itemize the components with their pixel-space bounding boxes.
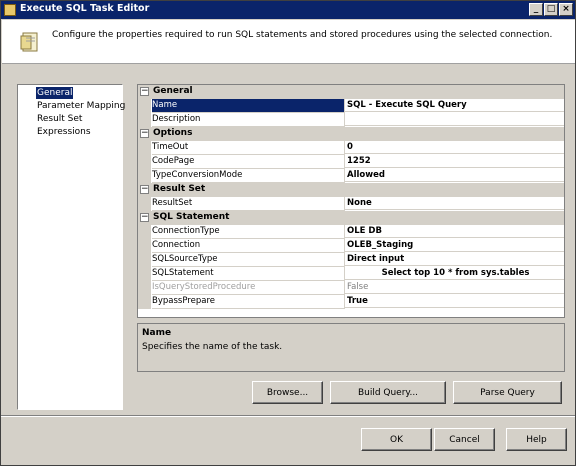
property-row-timeout[interactable]: TimeOut 0 — [138, 141, 564, 155]
property-row-name[interactable]: Name SQL - Execute SQL Query — [138, 99, 564, 113]
page-navigation-list: General Parameter Mapping Result Set Exp… — [17, 84, 126, 410]
property-row-connection[interactable]: Connection OLEB_Staging — [138, 239, 564, 253]
property-name: TypeConversionMode — [152, 169, 345, 183]
editor-header: Configure the properties required to run… — [2, 20, 575, 64]
maximize-button[interactable]: □ — [544, 3, 558, 16]
property-row-sqlsourcetype[interactable]: SQLSourceType Direct input — [138, 253, 564, 267]
category-general: − General — [138, 85, 564, 99]
property-grid: − General Name SQL - Execute SQL Query D… — [137, 84, 565, 318]
property-name: SQLSourceType — [152, 253, 345, 267]
property-row-connectiontype[interactable]: ConnectionType OLE DB — [138, 225, 564, 239]
category-label: Options — [153, 128, 193, 138]
property-value[interactable] — [345, 113, 564, 126]
build-query-button[interactable]: Build Query... — [330, 381, 446, 404]
editor-description: Configure the properties required to run… — [52, 30, 553, 40]
property-name: IsQueryStoredProcedure — [152, 281, 345, 295]
property-value[interactable]: 1252 — [345, 155, 564, 168]
help-text: Specifies the name of the task. — [142, 342, 283, 352]
category-label: General — [153, 86, 193, 96]
property-name: CodePage — [152, 155, 345, 169]
collapse-toggle-icon[interactable]: − — [140, 213, 149, 222]
browse-button[interactable]: Browse... — [252, 381, 323, 404]
property-value[interactable]: SQL - Execute SQL Query — [345, 99, 564, 112]
property-row-typeconversionmode[interactable]: TypeConversionMode Allowed — [138, 169, 564, 183]
divider — [1, 415, 575, 417]
property-row-description[interactable]: Description — [138, 113, 564, 127]
window-title: Execute SQL Task Editor — [20, 3, 150, 14]
category-result-set: − Result Set — [138, 183, 564, 197]
property-value[interactable]: True — [345, 295, 564, 308]
property-name: Description — [152, 113, 345, 127]
cancel-button[interactable]: Cancel — [434, 428, 495, 451]
title-bar[interactable]: Execute SQL Task Editor _ □ × — [1, 1, 575, 19]
property-value[interactable]: OLE DB — [345, 225, 564, 238]
collapse-toggle-icon[interactable]: − — [140, 185, 149, 194]
help-button[interactable]: Help — [506, 428, 567, 451]
property-value[interactable]: OLEB_Staging — [345, 239, 564, 252]
property-value[interactable]: Direct input — [345, 253, 564, 266]
property-value[interactable]: Allowed — [345, 169, 564, 182]
property-name: Name — [152, 99, 345, 113]
nav-item-result-set[interactable]: Result Set — [36, 113, 83, 125]
property-name: TimeOut — [152, 141, 345, 155]
property-name: SQLStatement — [152, 267, 345, 281]
ok-button[interactable]: OK — [361, 428, 432, 451]
property-name: ResultSet — [152, 197, 345, 211]
property-row-isquerystoredprocedure: IsQueryStoredProcedure False — [138, 281, 564, 295]
task-editor-icon — [20, 32, 38, 52]
property-name: ConnectionType — [152, 225, 345, 239]
category-options: − Options — [138, 127, 564, 141]
property-help-panel: Name Specifies the name of the task. — [137, 323, 565, 372]
collapse-toggle-icon[interactable]: − — [140, 87, 149, 96]
property-name: Connection — [152, 239, 345, 253]
property-row-bypassprepare[interactable]: BypassPrepare True — [138, 295, 564, 309]
minimize-button[interactable]: _ — [529, 3, 543, 16]
property-name: BypassPrepare — [152, 295, 345, 309]
nav-item-parameter-mapping[interactable]: Parameter Mapping — [36, 100, 126, 112]
property-value[interactable]: None — [345, 197, 564, 210]
nav-item-general[interactable]: General — [36, 87, 74, 99]
help-title: Name — [142, 328, 172, 338]
property-row-resultset[interactable]: ResultSet None — [138, 197, 564, 211]
execute-sql-task-editor-window: Execute SQL Task Editor _ □ × Configure … — [0, 0, 576, 466]
category-label: Result Set — [153, 184, 206, 194]
close-button[interactable]: × — [559, 3, 573, 16]
category-label: SQL Statement — [153, 212, 230, 222]
collapse-toggle-icon[interactable]: − — [140, 129, 149, 138]
parse-query-button[interactable]: Parse Query — [453, 381, 562, 404]
property-value[interactable]: Select top 10 * from sys.tables — [345, 267, 564, 280]
property-value[interactable]: 0 — [345, 141, 564, 154]
property-value: False — [345, 281, 564, 294]
property-row-codepage[interactable]: CodePage 1252 — [138, 155, 564, 169]
nav-item-expressions[interactable]: Expressions — [36, 126, 92, 138]
window-app-icon — [4, 4, 16, 16]
category-sql-statement: − SQL Statement — [138, 211, 564, 225]
property-row-sqlstatement[interactable]: SQLStatement Select top 10 * from sys.ta… — [138, 267, 564, 281]
